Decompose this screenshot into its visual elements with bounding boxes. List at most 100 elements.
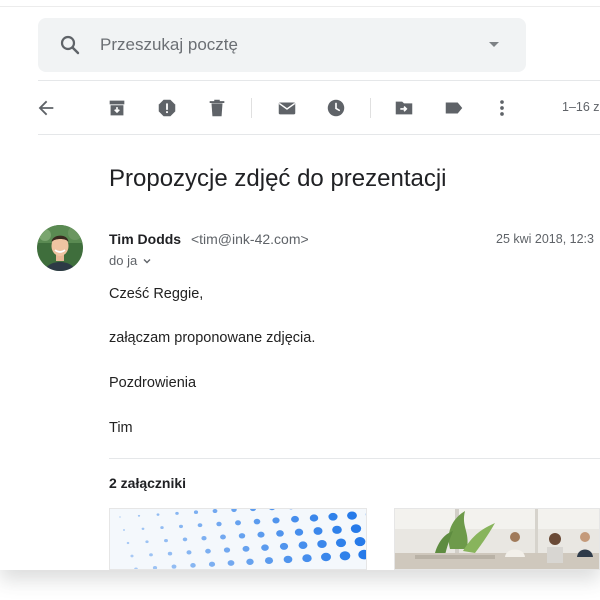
- decorative-dot: [208, 561, 216, 567]
- decorative-dot: [339, 551, 351, 561]
- delete-button[interactable]: [205, 96, 229, 120]
- sender-line: Tim Dodds <tim@ink-42.com>: [109, 231, 309, 247]
- search-icon[interactable]: [58, 33, 82, 57]
- decorative-dot: [246, 558, 254, 565]
- decorative-dot: [119, 516, 121, 518]
- toolbar-divider: [38, 134, 600, 135]
- sender-email: <tim@ink-42.com>: [190, 231, 309, 247]
- top-divider: [0, 6, 600, 7]
- move-to-button[interactable]: [392, 96, 416, 120]
- search-divider: [38, 80, 600, 81]
- decorative-dot: [279, 542, 289, 550]
- decorative-dot: [328, 512, 338, 521]
- snooze-button[interactable]: [324, 96, 348, 120]
- chevron-down-icon: [143, 258, 151, 263]
- decorative-dot: [216, 521, 222, 527]
- body-signature: Tim: [109, 420, 133, 436]
- recipient-details-toggle[interactable]: do ja: [109, 253, 152, 268]
- decorative-dot: [257, 531, 265, 538]
- body-greeting: Cześć Reggie,: [109, 286, 204, 302]
- back-button[interactable]: [34, 96, 58, 120]
- label-icon: [445, 102, 463, 114]
- attachment-thumbnail-1[interactable]: [109, 508, 367, 570]
- move-to-icon: [395, 101, 413, 115]
- label-button[interactable]: [442, 96, 466, 120]
- decorative-dot: [122, 529, 126, 531]
- decorative-dot: [126, 541, 130, 545]
- decorative-dot: [276, 530, 284, 537]
- report-spam-button[interactable]: [155, 96, 179, 120]
- decorative-dot: [137, 514, 141, 517]
- decorative-dot: [220, 534, 226, 540]
- decorative-dot: [238, 533, 246, 539]
- sender-avatar[interactable]: [37, 225, 83, 271]
- mark-unread-button[interactable]: [275, 96, 299, 120]
- decorative-dot: [313, 527, 323, 535]
- decorative-dot: [178, 524, 184, 529]
- body-text: załączam proponowane zdjęcia.: [109, 330, 316, 346]
- decorative-dot: [350, 524, 362, 533]
- decorative-dot: [332, 525, 342, 534]
- decorative-dot: [264, 557, 274, 565]
- attachment-image-dots: [110, 509, 366, 569]
- decorative-dot: [291, 515, 299, 523]
- decorative-dot: [347, 511, 357, 520]
- more-vert-icon: [500, 100, 504, 116]
- archive-button[interactable]: [105, 96, 129, 120]
- decorative-dot: [294, 528, 304, 536]
- decorative-dot: [167, 551, 173, 556]
- decorative-dot: [261, 544, 269, 551]
- archive-icon: [109, 100, 125, 116]
- attachments-divider: [109, 458, 600, 459]
- decorative-dot: [182, 537, 188, 542]
- attachment-image-office: [395, 509, 599, 569]
- recipient-text: do ja: [109, 253, 138, 268]
- decorative-dot: [317, 539, 327, 549]
- report-spam-icon: [158, 99, 176, 117]
- decorative-dot: [253, 518, 261, 525]
- decorative-dot: [242, 545, 250, 552]
- decorative-dot: [283, 555, 293, 564]
- sender-name[interactable]: Tim Dodds: [109, 231, 181, 247]
- decorative-dot: [190, 563, 196, 568]
- decorative-dot: [145, 540, 149, 544]
- decorative-dot: [171, 564, 177, 569]
- message-toolbar: 1–16 z: [0, 84, 600, 132]
- toolbar-separator: [370, 98, 371, 118]
- search-bar[interactable]: [38, 18, 526, 72]
- decorative-dot: [272, 517, 280, 524]
- delete-icon: [209, 99, 225, 117]
- body-closing: Pozdrowienia: [109, 375, 197, 391]
- more-options-button[interactable]: [490, 96, 514, 120]
- decorative-dot: [309, 514, 319, 522]
- decorative-dot: [141, 527, 145, 530]
- mark-unread-icon: [278, 102, 296, 115]
- decorative-dot: [205, 548, 211, 554]
- decorative-dot: [164, 538, 168, 543]
- decorative-dot: [302, 554, 312, 563]
- decorative-dot: [186, 550, 192, 555]
- email-window: 1–16 z Propozycje zdjęć do prezentacji T…: [0, 0, 600, 570]
- decorative-dot: [223, 547, 231, 553]
- decorative-dot: [175, 511, 179, 515]
- decorative-dot: [130, 554, 134, 558]
- avatar-photo: [37, 225, 83, 271]
- attachment-thumbnail-2[interactable]: [394, 508, 600, 570]
- decorative-dot: [212, 509, 218, 514]
- email-date: 25 kwi 2018, 12:3: [496, 232, 594, 246]
- decorative-dot: [156, 513, 160, 516]
- decorative-dot: [298, 541, 308, 549]
- toolbar-separator: [251, 98, 252, 118]
- decorative-dot: [149, 553, 153, 557]
- decorative-dot: [197, 523, 203, 528]
- decorative-dot: [335, 538, 347, 548]
- decorative-dot: [160, 526, 164, 530]
- decorative-dot: [354, 537, 366, 547]
- search-input[interactable]: [100, 30, 480, 60]
- decorative-dot: [193, 510, 199, 514]
- search-options-dropdown-icon[interactable]: [486, 36, 502, 52]
- snooze-icon: [327, 99, 345, 117]
- decorative-dot: [321, 552, 331, 562]
- back-arrow-icon: [38, 100, 54, 116]
- attachments-title: 2 załączniki: [109, 475, 187, 491]
